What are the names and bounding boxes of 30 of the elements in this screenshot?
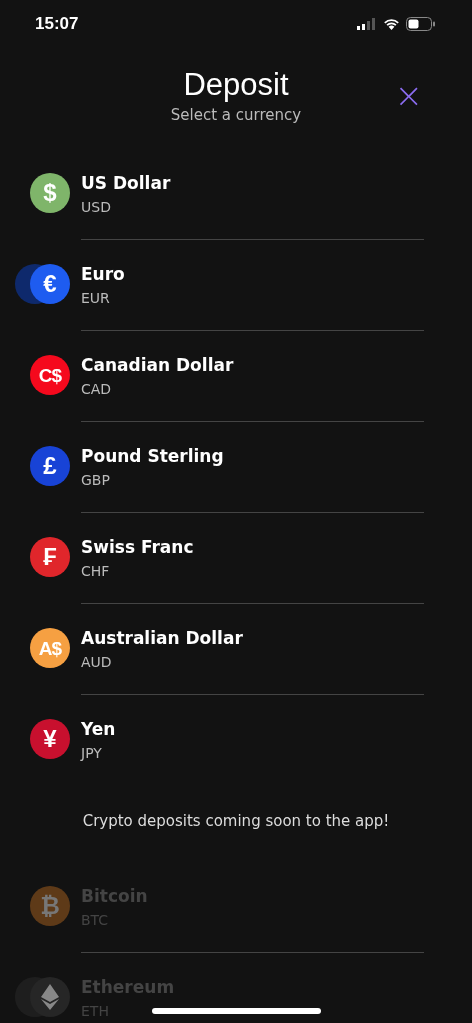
close-button[interactable]: × bbox=[392, 80, 425, 110]
currency-icon: ¥ bbox=[30, 719, 70, 759]
currency-code: EUR bbox=[81, 289, 110, 308]
currency-icon: A$ bbox=[30, 628, 70, 668]
page-subtitle: Select a currency bbox=[170, 105, 302, 125]
currency-code: CHF bbox=[81, 562, 110, 581]
currency-code: JPY bbox=[81, 744, 102, 763]
crypto-notice: Crypto deposits coming soon to the app! bbox=[81, 811, 391, 831]
currency-name[interactable]: Canadian Dollar bbox=[81, 353, 234, 377]
currency-name[interactable]: Euro bbox=[81, 262, 125, 286]
currency-icon: € bbox=[30, 264, 70, 304]
currency-icon: $ bbox=[30, 173, 70, 213]
status-time: 15:07 bbox=[35, 14, 79, 34]
currency-name[interactable]: Australian Dollar bbox=[81, 626, 243, 650]
currency-code: AUD bbox=[81, 653, 112, 672]
currency-code: GBP bbox=[81, 471, 110, 490]
battery-icon bbox=[406, 17, 436, 31]
wifi-icon bbox=[383, 18, 400, 30]
currency-icon: ₣ bbox=[30, 537, 70, 577]
currency-name[interactable]: US Dollar bbox=[81, 171, 171, 195]
currency-name[interactable]: Swiss Franc bbox=[81, 535, 194, 559]
currency-icon: C$ bbox=[30, 355, 70, 395]
currency-code: CAD bbox=[81, 380, 112, 399]
currency-icon: £ bbox=[30, 446, 70, 486]
currency-name[interactable]: Pound Sterling bbox=[81, 444, 224, 468]
currency-name[interactable]: Yen bbox=[81, 717, 116, 741]
currency-code: USD bbox=[81, 198, 111, 217]
currency-icon: ₿ bbox=[30, 886, 70, 926]
signal-icon bbox=[357, 18, 377, 30]
page-title: Deposit bbox=[183, 66, 289, 103]
